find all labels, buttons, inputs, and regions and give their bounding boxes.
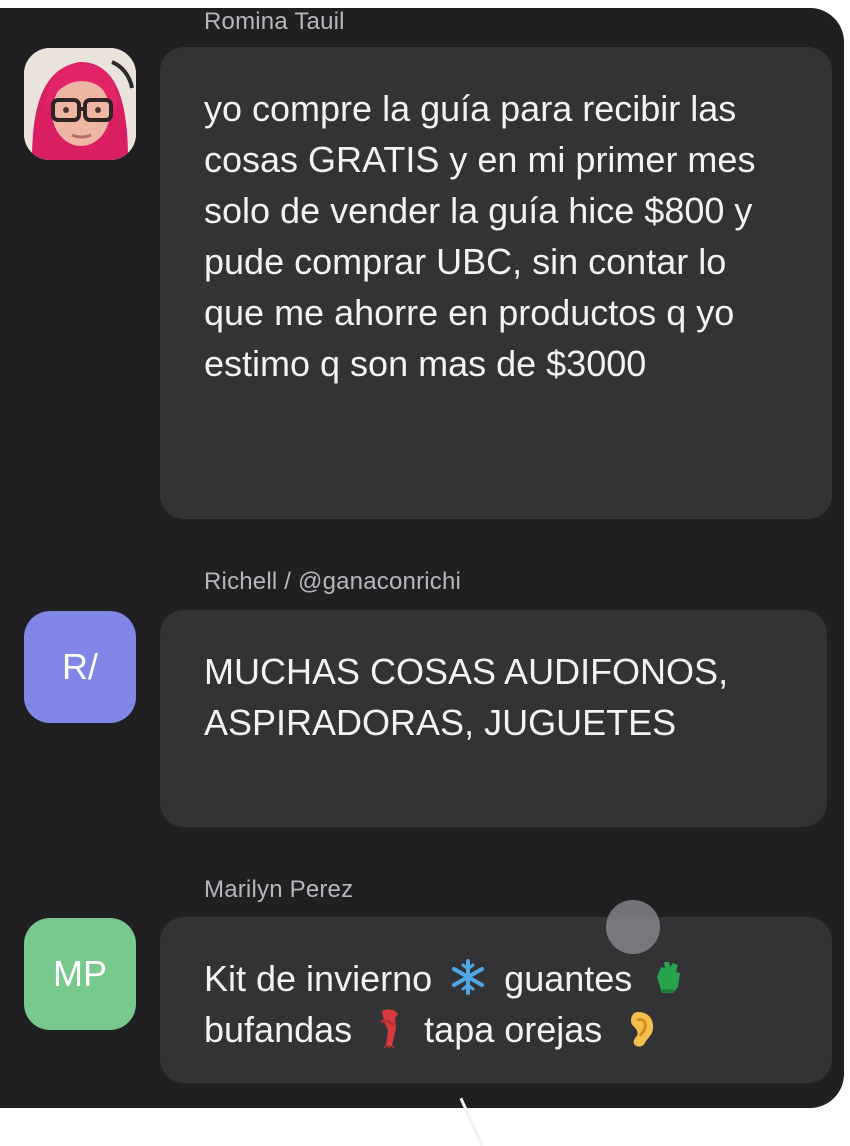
glove-icon [648,957,688,997]
touch-indicator [606,900,660,954]
avatar[interactable]: R/ [24,611,136,723]
avatar-initials: MP [53,953,107,994]
sender-name: Richell / @ganaconrichi [204,568,462,595]
scarf-icon [368,1008,408,1048]
sender-name: Romina Tauil [204,8,345,35]
user-photo-icon [24,48,136,160]
message-text-part: bufandas [204,1009,353,1050]
chat-panel: Romina Tauil yo compre la guía para reci… [0,8,844,1108]
message-bubble: MUCHAS COSAS AUDIFONOS, ASPIRADORAS, JUG… [160,610,827,827]
sender-name: Marilyn Perez [204,876,354,903]
snowflake-icon [448,957,488,997]
ear-icon [618,1008,658,1048]
message-bubble: yo compre la guía para recibir las cosas… [160,47,832,519]
message-text: yo compre la guía para recibir las cosas… [204,88,756,384]
message-text: Kit de invierno guantes bufandas tapa or… [204,953,804,1055]
message-bubble: Kit de invierno guantes bufandas tapa or… [160,917,832,1083]
message-text-part: Kit de invierno [204,958,433,999]
message-text-part: guantes [504,958,633,999]
message-text-part: tapa orejas [424,1009,603,1050]
avatar[interactable] [24,48,136,160]
avatar-initials: R/ [62,646,98,687]
avatar[interactable]: MP [24,918,136,1030]
message-text: MUCHAS COSAS AUDIFONOS, ASPIRADORAS, JUG… [204,651,729,743]
